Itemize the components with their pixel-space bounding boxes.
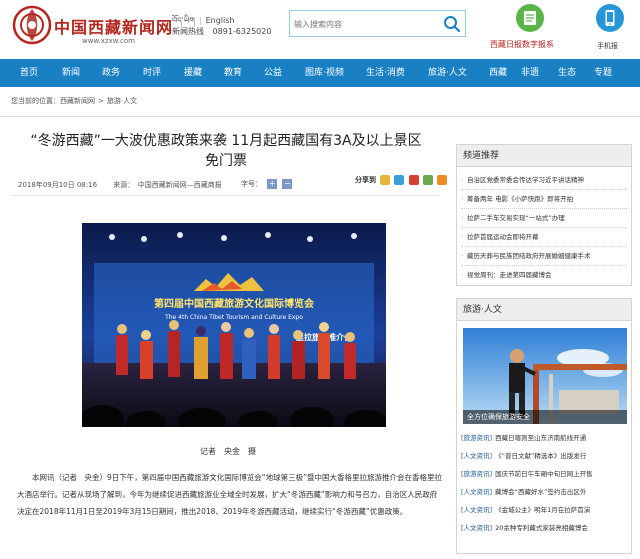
recommend-panel-title: 频道推荐 bbox=[457, 145, 631, 167]
share-bar: 分享到 bbox=[355, 175, 448, 185]
site-logo[interactable]: 中国西藏新闻网 www.xzxw.com bbox=[12, 5, 172, 49]
share-more-icon[interactable] bbox=[437, 175, 448, 185]
breadcrumb-section-link[interactable]: 旅游·人文 bbox=[107, 97, 137, 105]
list-item-tag: [人文资讯] bbox=[461, 524, 493, 532]
photo-banner-subtitle: The 4th China Tibet Tourism and Culture … bbox=[164, 314, 303, 321]
list-item[interactable]: [人文资讯] 藏博会“西藏好水”签约击出区外 bbox=[461, 483, 629, 501]
nav-item-ecology[interactable]: 生态 bbox=[558, 59, 576, 87]
font-size-control: 字号： + − bbox=[241, 179, 293, 189]
search-input[interactable] bbox=[294, 15, 434, 33]
nav-item-charity[interactable]: 公益 bbox=[264, 59, 282, 87]
nav-item-life-consumer[interactable]: 生活·消费 bbox=[366, 59, 405, 87]
list-item-text: 《金城公主》明年1月在拉萨首演 bbox=[495, 506, 591, 514]
search-icon[interactable] bbox=[442, 14, 462, 34]
nav-item-aid[interactable]: 援藏 bbox=[184, 59, 202, 87]
list-item[interactable]: [人文资讯] 《“普日文献”精选本》出版发行 bbox=[461, 447, 629, 465]
list-item[interactable]: [人文资讯] 《金城公主》明年1月在拉萨首演 bbox=[461, 501, 629, 519]
recommend-panel: 频道推荐 自治区党委常委会传达学习近平讲话精神 筹备两年 电影《小萨快跑》即将开… bbox=[456, 144, 632, 286]
nav-item-tibet[interactable]: 西藏 bbox=[489, 59, 507, 87]
list-item-text: 国庆节前日午车厢中旬日网上开售 bbox=[495, 470, 593, 478]
epaper-link[interactable]: 西藏日报数字报系 bbox=[486, 3, 586, 53]
list-item[interactable]: [旅游资讯] 国庆节前日午车厢中旬日网上开售 bbox=[461, 465, 629, 483]
list-item[interactable]: 藏历天葬与民族团结政府开展婚姻健康手术 bbox=[461, 247, 627, 266]
nav-item-gallery-video[interactable]: 图库·视频 bbox=[305, 59, 344, 87]
nav-item-commentary[interactable]: 时评 bbox=[143, 59, 161, 87]
list-item[interactable]: 拉萨二手车交易实现“一站式”办理 bbox=[461, 209, 627, 228]
font-increase-button[interactable]: + bbox=[267, 179, 278, 189]
list-item-text: 《“普日文献”精选本》出版发行 bbox=[495, 452, 587, 460]
lang-english-link[interactable]: English bbox=[206, 16, 235, 25]
hotline-number: 0891-6325020 bbox=[212, 27, 272, 36]
mobile-phone-icon bbox=[596, 4, 624, 32]
lang-tibetan-link[interactable]: བོད་ཡིག bbox=[172, 16, 195, 25]
share-sina-weibo-icon[interactable] bbox=[408, 175, 419, 185]
list-item[interactable]: [人文资讯] 20余种专利藏式家装亮相藏博会 bbox=[461, 519, 629, 537]
font-size-label: 字号： bbox=[241, 180, 262, 188]
logo-url: www.xzxw.com bbox=[82, 37, 135, 45]
hotline: 新闻热线 0891-6325020 bbox=[172, 26, 271, 37]
breadcrumb-prefix: 您当前的位置： bbox=[11, 97, 60, 105]
nav-item-heritage[interactable]: 非遗 bbox=[521, 59, 539, 87]
list-item-tag: [人文资讯] bbox=[461, 506, 493, 514]
list-item-text: 20余种专利藏式家装亮相藏博会 bbox=[495, 524, 588, 532]
list-item-tag: [人文资讯] bbox=[461, 452, 493, 460]
article-photo: 第四届中国西藏旅游文化国际博览会 The 4th China Tibet Tou… bbox=[82, 223, 386, 427]
epaper-icon bbox=[516, 4, 544, 32]
list-item-text: 藏博会“西藏好水”签约击出区外 bbox=[495, 488, 587, 496]
tourism-panel-title: 旅游·人文 bbox=[457, 299, 631, 321]
breadcrumb-sep: > bbox=[98, 97, 104, 105]
tourism-list: [旅游资讯] 西藏日喀则至山东济南航线开通 [人文资讯] 《“普日文献”精选本》出版… bbox=[461, 429, 629, 537]
article-body: 本网讯（记者 央金）9日下午，第四届中国西藏旅游文化国际博览会“地球第三极”暨中… bbox=[17, 473, 443, 516]
search-box bbox=[289, 10, 466, 37]
mobile-news-link[interactable]: 手机报 bbox=[590, 3, 630, 53]
article-date: 2018年09月10日 08:16 bbox=[18, 181, 98, 189]
list-item-tag: [旅游资讯] bbox=[461, 470, 493, 478]
photo-banner-title: 第四届中国西藏旅游文化国际博览会 bbox=[154, 297, 314, 310]
breadcrumb-home-link[interactable]: 西藏新闻网 bbox=[60, 97, 95, 105]
share-label: 分享到 bbox=[355, 176, 376, 184]
nav-item-home[interactable]: 首页 bbox=[20, 59, 38, 87]
share-qzone-icon[interactable] bbox=[380, 175, 391, 185]
hotline-label: 新闻热线 bbox=[172, 27, 204, 36]
article-photo-image: 第四届中国西藏旅游文化国际博览会 The 4th China Tibet Tou… bbox=[82, 223, 386, 427]
divider bbox=[0, 116, 640, 117]
article-meta: 2018年09月10日 08:16 来源： 中国西藏新闻网—西藏商报 bbox=[18, 180, 236, 190]
mobile-label: 手机报 bbox=[597, 42, 618, 50]
share-renren-icon[interactable] bbox=[422, 175, 433, 185]
nav-item-government[interactable]: 政务 bbox=[102, 59, 120, 87]
recommend-list: 自治区党委常委会传达学习近平讲话精神 筹备两年 电影《小萨快跑》即将开拍 拉萨二… bbox=[457, 167, 631, 285]
photo-caption: 记者 央金 摄 bbox=[200, 447, 256, 456]
list-item[interactable]: 拉萨首届运动会即将开幕 bbox=[461, 228, 627, 247]
tourism-photo-caption: 全方位确保旅游安全 bbox=[463, 410, 627, 424]
article-divider bbox=[12, 195, 440, 196]
article-source: 来源： 中国西藏新闻网—西藏商报 bbox=[113, 181, 222, 189]
list-item-tag: [人文资讯] bbox=[461, 488, 493, 496]
article-title: “冬游西藏”一大波优惠政策来袭 11月起西藏国有3A及以上景区免门票 bbox=[30, 133, 422, 169]
epaper-label: 西藏日报数字报系 bbox=[490, 40, 554, 49]
list-item[interactable]: 筹备两年 电影《小萨快跑》即将开拍 bbox=[461, 190, 627, 209]
share-tencent-weibo-icon[interactable] bbox=[394, 175, 405, 185]
nav-item-tourism-culture[interactable]: 旅游·人文 bbox=[428, 59, 467, 87]
nav-item-education[interactable]: 教育 bbox=[224, 59, 242, 87]
logo-emblem-icon bbox=[12, 5, 52, 45]
font-decrease-button[interactable]: − bbox=[282, 179, 293, 189]
main-nav: 首页 新闻 政务 时评 援藏 教育 公益 图库·视频 生活·消费 旅游·人文 西… bbox=[0, 59, 640, 87]
list-item-tag: [旅游资讯] bbox=[461, 434, 493, 442]
list-item[interactable]: 自治区党委常委会传达学习近平讲话精神 bbox=[461, 171, 627, 190]
tourism-feature-photo[interactable]: 全方位确保旅游安全 bbox=[463, 328, 627, 424]
list-item[interactable]: [旅游资讯] 西藏日喀则至山东济南航线开通 bbox=[461, 429, 629, 447]
nav-item-news[interactable]: 新闻 bbox=[62, 59, 80, 87]
nav-item-special[interactable]: 专题 bbox=[594, 59, 612, 87]
list-item[interactable]: 视觉周刊：走进第四届藏博会 bbox=[461, 266, 627, 285]
breadcrumb: 您当前的位置：西藏新闻网 > 旅游·人文 bbox=[11, 96, 137, 106]
tourism-panel: 旅游·人文 全方位确保旅游安全 [旅游资讯] 西藏日喀则至山东济南航线开通 [人… bbox=[456, 298, 632, 554]
list-item-text: 西藏日喀则至山东济南航线开通 bbox=[495, 434, 587, 442]
site-header: 中国西藏新闻网 www.xzxw.com བོད་ཡིག | English 新闻热… bbox=[0, 0, 640, 58]
logo-text: 中国西藏新闻网 bbox=[54, 18, 174, 37]
